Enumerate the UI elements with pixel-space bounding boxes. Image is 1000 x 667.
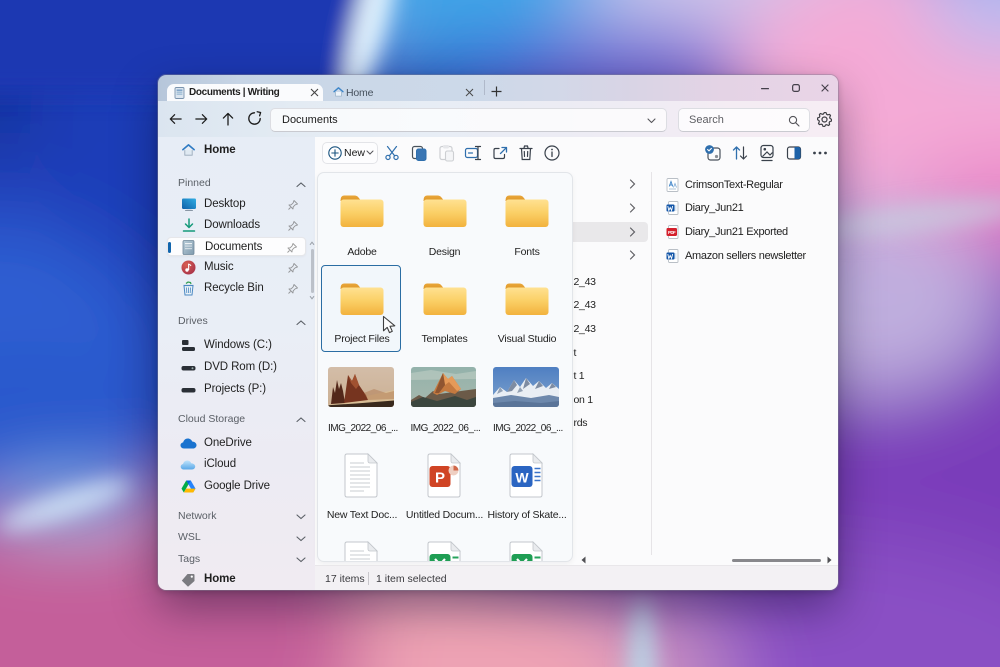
svg-text:P: P xyxy=(434,470,444,487)
svg-text:W: W xyxy=(515,470,529,486)
svg-text:PDF: PDF xyxy=(668,230,676,235)
